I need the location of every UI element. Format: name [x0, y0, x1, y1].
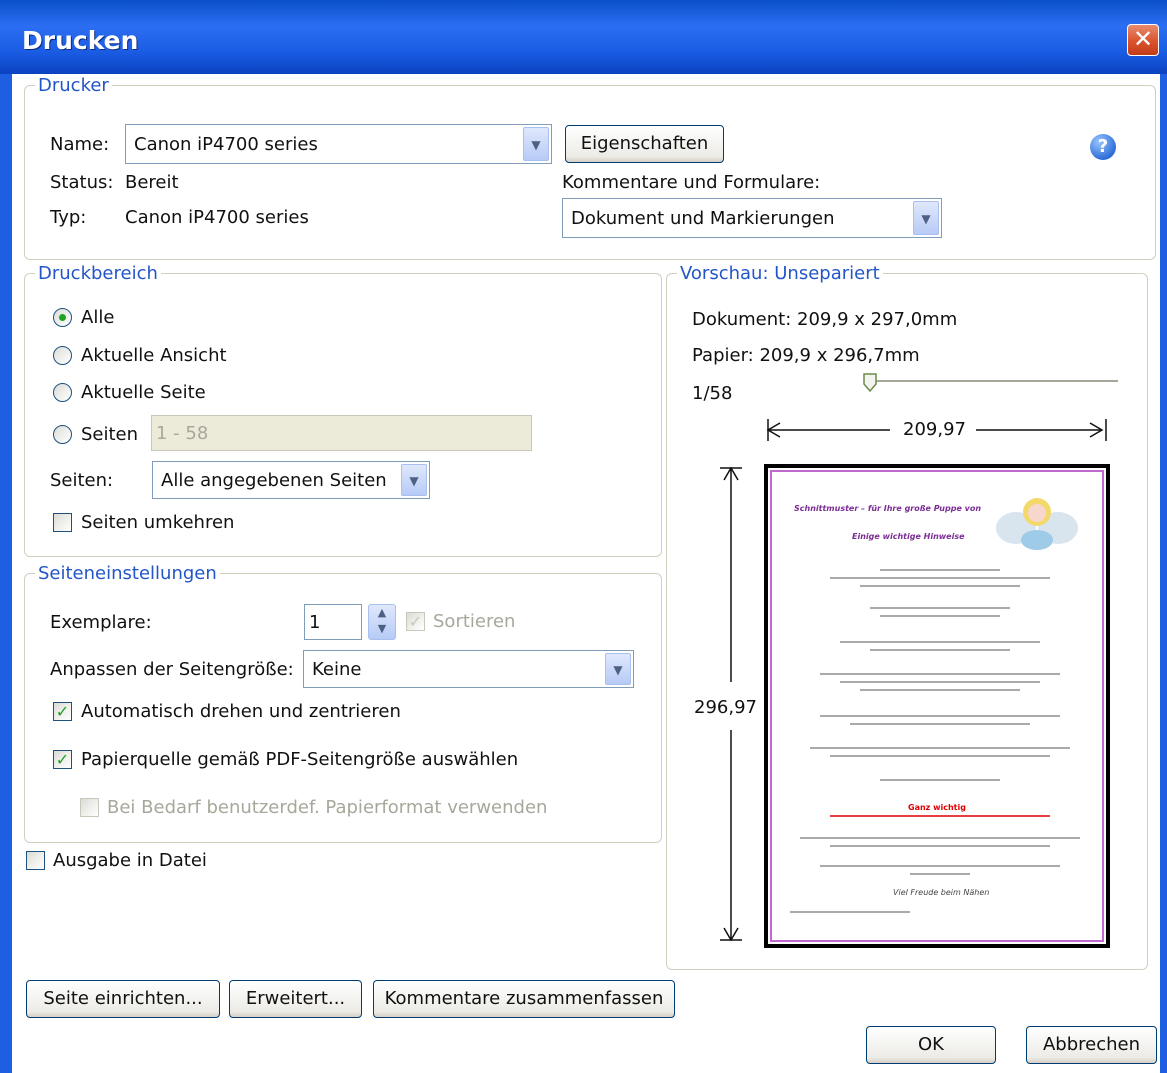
width-dimension-label: 209,97: [903, 419, 966, 440]
properties-button[interactable]: Eigenschaften: [565, 125, 724, 163]
type-label: Typ:: [50, 207, 87, 228]
chevron-down-icon[interactable]: ▼: [605, 653, 631, 685]
document-size: Dokument: 209,9 x 297,0mm: [692, 309, 958, 330]
title-bar: [0, 0, 1167, 74]
radio-current-page[interactable]: [53, 383, 72, 402]
subset-label: Seiten:: [50, 470, 114, 491]
radio-current-view-label[interactable]: Aktuelle Ansicht: [81, 345, 227, 366]
scaling-value: Keine: [312, 659, 362, 680]
auto-rotate-checkbox[interactable]: ✓: [53, 702, 72, 721]
page-slider-thumb[interactable]: [860, 372, 882, 394]
custom-paper-checkbox[interactable]: [80, 798, 99, 817]
spinner-icon[interactable]: ▲ ▼: [368, 604, 396, 640]
printer-name-value: Canon iP4700 series: [134, 134, 318, 155]
printer-name-label: Name:: [50, 134, 110, 155]
comments-forms-dropdown[interactable]: Dokument und Markierungen ▼: [562, 198, 942, 238]
preview-warning: Ganz wichtig: [908, 803, 966, 812]
comments-forms-value: Dokument und Markierungen: [571, 208, 835, 229]
paper-size: Papier: 209,9 x 296,7mm: [692, 345, 920, 366]
output-to-file-checkbox[interactable]: [26, 851, 45, 870]
subset-value: Alle angegebenen Seiten: [161, 470, 387, 491]
angel-illustration: [996, 498, 1078, 550]
window-title: Drucken: [22, 26, 139, 55]
height-dimension-label: 296,97: [694, 697, 757, 718]
radio-all-label[interactable]: Alle: [81, 307, 114, 328]
auto-rotate-label[interactable]: Automatisch drehen und zentrieren: [81, 701, 401, 722]
radio-pages-label[interactable]: Seiten: [81, 424, 138, 445]
page-slider-track[interactable]: [868, 380, 1118, 382]
collate-checkbox[interactable]: ✓: [406, 612, 425, 631]
window-frame-left: [0, 74, 12, 1073]
print-range-legend: Druckbereich: [38, 263, 158, 284]
paper-source-label[interactable]: Papierquelle gemäß PDF-Seitengröße auswä…: [81, 749, 518, 770]
page-indicator: 1/58: [692, 383, 733, 404]
page-setup-legend: Seiteneinstellungen: [38, 563, 217, 584]
radio-current-view[interactable]: [53, 346, 72, 365]
summarize-comments-button[interactable]: Kommentare zusammenfassen: [373, 980, 675, 1018]
advanced-button[interactable]: Erweitert...: [229, 980, 362, 1018]
pages-range-value: 1 - 58: [156, 423, 209, 444]
window-frame-right: [1160, 74, 1167, 1073]
scaling-dropdown[interactable]: Keine ▼: [303, 650, 634, 688]
preview-subheading: Einige wichtige Hinweise: [852, 532, 965, 541]
type-value: Canon iP4700 series: [125, 207, 309, 228]
page-setup-button[interactable]: Seite einrichten...: [26, 980, 220, 1018]
copies-value: 1: [309, 612, 321, 633]
printer-group-legend: Drucker: [38, 75, 109, 96]
help-icon[interactable]: ?: [1090, 134, 1116, 160]
chevron-down-icon[interactable]: ▼: [401, 464, 427, 496]
page-preview: Schnittmuster – für Ihre große Puppe von…: [764, 464, 1110, 948]
subset-dropdown[interactable]: Alle angegebenen Seiten ▼: [152, 461, 430, 499]
preview-heading: Schnittmuster – für Ihre große Puppe von: [794, 504, 982, 513]
preview-closing: Viel Freude beim Nähen: [893, 888, 990, 897]
comments-forms-label: Kommentare und Formulare:: [562, 172, 821, 193]
radio-all[interactable]: [53, 308, 72, 327]
copies-input[interactable]: 1: [304, 604, 362, 640]
cancel-button[interactable]: Abbrechen: [1026, 1026, 1157, 1064]
radio-pages[interactable]: [53, 425, 72, 444]
status-value: Bereit: [125, 172, 179, 193]
paper-source-checkbox[interactable]: ✓: [53, 750, 72, 769]
output-to-file-label[interactable]: Ausgabe in Datei: [53, 850, 207, 871]
printer-name-dropdown[interactable]: Canon iP4700 series ▼: [125, 124, 552, 164]
collate-label[interactable]: Sortieren: [433, 611, 515, 632]
chevron-down-icon[interactable]: ▼: [913, 201, 939, 235]
pages-range-input[interactable]: 1 - 58: [151, 415, 532, 451]
close-icon[interactable]: ✕: [1127, 24, 1159, 56]
preview-legend: Vorschau: Unsepariert: [680, 263, 880, 284]
copies-label: Exemplare:: [50, 612, 152, 633]
radio-current-page-label[interactable]: Aktuelle Seite: [81, 382, 206, 403]
preview-text-lines: [790, 569, 1080, 913]
status-label: Status:: [50, 172, 114, 193]
reverse-pages-checkbox[interactable]: [53, 513, 72, 532]
scaling-label: Anpassen der Seitengröße:: [50, 659, 294, 680]
ok-button[interactable]: OK: [866, 1026, 996, 1064]
custom-paper-label[interactable]: Bei Bedarf benutzerdef. Papierformat ver…: [107, 797, 547, 818]
reverse-pages-label[interactable]: Seiten umkehren: [81, 512, 234, 533]
chevron-down-icon[interactable]: ▼: [523, 127, 549, 161]
